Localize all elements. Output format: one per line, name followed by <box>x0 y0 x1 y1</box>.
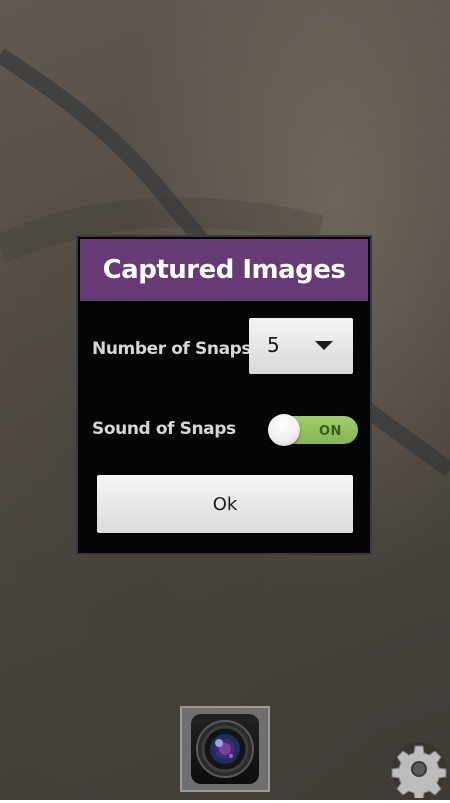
sound-of-snaps-toggle[interactable]: ON <box>268 414 359 446</box>
toggle-state-text: ON <box>319 424 342 439</box>
dropdown-arrow-icon <box>315 341 333 350</box>
ok-button[interactable]: Ok <box>97 475 353 533</box>
captured-images-dialog: Captured Images Number of Snaps 5 Sound … <box>76 235 372 555</box>
number-of-snaps-label: Number of Snaps <box>92 339 252 359</box>
capture-button[interactable] <box>180 706 270 792</box>
toggle-thumb[interactable] <box>268 414 300 446</box>
dialog-header: Captured Images <box>80 239 368 301</box>
number-of-snaps-dropdown[interactable]: 5 <box>249 318 353 374</box>
camera-lens-icon <box>191 714 259 784</box>
gear-icon <box>391 742 447 801</box>
number-of-snaps-value: 5 <box>267 333 280 357</box>
dialog-title: Captured Images <box>102 255 346 285</box>
sound-of-snaps-label: Sound of Snaps <box>92 419 236 439</box>
settings-button[interactable] <box>390 740 448 801</box>
ok-button-label: Ok <box>212 493 238 515</box>
